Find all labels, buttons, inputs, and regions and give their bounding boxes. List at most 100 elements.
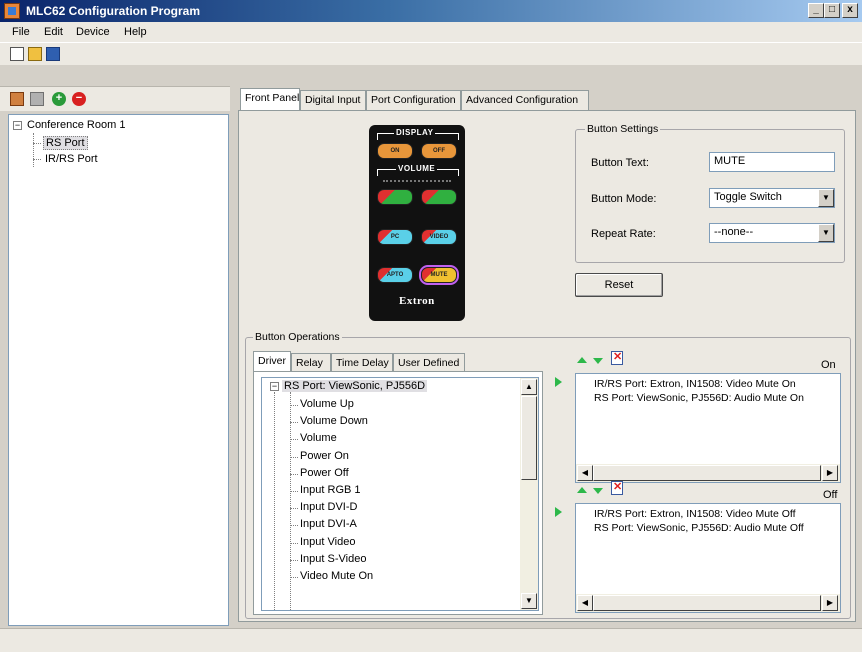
- app-icon: [4, 3, 20, 19]
- move-up-icon[interactable]: [577, 357, 587, 363]
- command-item[interactable]: Volume Down: [300, 415, 368, 427]
- button-mode-select[interactable]: Toggle Switch ▼: [709, 188, 835, 208]
- off-label: Off: [823, 489, 838, 501]
- scroll-up-icon[interactable]: ▲: [521, 379, 537, 395]
- tree-root[interactable]: Conference Room 1: [27, 119, 125, 131]
- tab-port-configuration[interactable]: Port Configuration: [366, 90, 461, 110]
- volume-leds: [383, 180, 451, 184]
- scroll-thumb[interactable]: [521, 396, 537, 480]
- button-mode-value: Toggle Switch: [714, 191, 782, 203]
- remove-port-icon[interactable]: −: [72, 92, 86, 106]
- subtab-driver[interactable]: Driver: [253, 351, 291, 371]
- on-item[interactable]: RS Port: ViewSonic, PJ556D: Audio Mute O…: [594, 392, 804, 404]
- tree-item-rs-port[interactable]: RS Port: [43, 136, 88, 150]
- driver-command-tree[interactable]: − RS Port: ViewSonic, PJ556D Volume Up Vo…: [261, 377, 539, 611]
- button-operations-title: Button Operations: [253, 331, 342, 343]
- scroll-left-icon[interactable]: ◀: [577, 595, 593, 611]
- add-room-icon[interactable]: [10, 92, 24, 106]
- add-port-icon[interactable]: +: [52, 92, 66, 106]
- delete-on-icon[interactable]: [611, 350, 623, 365]
- tab-front-panel[interactable]: Front Panel: [240, 88, 300, 110]
- command-item[interactable]: Power Off: [300, 467, 349, 479]
- chevron-down-icon[interactable]: ▼: [818, 224, 834, 242]
- tree-toolbar: + −: [0, 86, 230, 111]
- scroll-thumb[interactable]: [593, 595, 821, 611]
- device-button-pc[interactable]: PC: [377, 229, 413, 245]
- brand-label: Extron: [399, 295, 435, 307]
- scroll-right-icon[interactable]: ▶: [822, 595, 838, 611]
- repeat-rate-select[interactable]: --none-- ▼: [709, 223, 835, 243]
- add-to-on-icon[interactable]: [555, 377, 562, 387]
- window-title: MLC62 Configuration Program: [26, 4, 201, 18]
- delete-off-icon[interactable]: [611, 480, 623, 495]
- device-button-off[interactable]: OFF: [421, 143, 457, 159]
- button-text-input[interactable]: MUTE: [709, 152, 835, 172]
- status-bar: [0, 628, 862, 652]
- save-icon[interactable]: [46, 47, 60, 61]
- collapse-icon[interactable]: −: [270, 382, 279, 391]
- device-button-volume-down[interactable]: [377, 189, 413, 205]
- scroll-down-icon[interactable]: ▼: [521, 593, 537, 609]
- command-item[interactable]: Volume Up: [300, 398, 354, 410]
- repeat-rate-label: Repeat Rate:: [591, 228, 656, 240]
- chevron-down-icon[interactable]: ▼: [818, 189, 834, 207]
- command-item[interactable]: Volume: [300, 432, 337, 444]
- minimize-button[interactable]: _: [808, 3, 824, 18]
- subtab-user-defined[interactable]: User Defined: [393, 353, 465, 371]
- command-item[interactable]: Input S-Video: [300, 553, 366, 565]
- scroll-left-icon[interactable]: ◀: [577, 465, 593, 481]
- repeat-rate-value: --none--: [714, 226, 754, 238]
- move-down-icon[interactable]: [593, 358, 603, 364]
- display-label: DISPLAY: [394, 128, 436, 137]
- on-label: On: [821, 359, 836, 371]
- menu-device[interactable]: Device: [76, 26, 110, 38]
- collapse-icon[interactable]: −: [13, 121, 22, 130]
- command-item[interactable]: Input Video: [300, 536, 355, 548]
- move-up-icon[interactable]: [577, 487, 587, 493]
- menu-file[interactable]: File: [12, 26, 30, 38]
- open-folder-icon[interactable]: [28, 47, 42, 61]
- command-item[interactable]: Video Mute On: [300, 570, 373, 582]
- device-button-volume-up[interactable]: [421, 189, 457, 205]
- device-front-panel: DISPLAY ON OFF VOLUME PC VIDEO APTO MUTE…: [369, 125, 465, 321]
- maximize-button[interactable]: □: [824, 3, 840, 18]
- driver-root[interactable]: RS Port: ViewSonic, PJ556D: [282, 380, 428, 392]
- new-file-icon[interactable]: [10, 47, 24, 61]
- button-settings-title: Button Settings: [585, 123, 661, 135]
- scroll-thumb[interactable]: [593, 465, 821, 481]
- on-action-list[interactable]: IR/RS Port: Extron, IN1508: Video Mute O…: [575, 373, 841, 483]
- scroll-right-icon[interactable]: ▶: [822, 465, 838, 481]
- menu-bar: File Edit Device Help: [0, 22, 862, 42]
- on-item[interactable]: IR/RS Port: Extron, IN1508: Video Mute O…: [594, 378, 796, 390]
- button-text-label: Button Text:: [591, 157, 649, 169]
- subtab-relay[interactable]: Relay: [291, 353, 331, 371]
- tab-advanced-configuration[interactable]: Advanced Configuration: [461, 90, 589, 110]
- device-button-on[interactable]: ON: [377, 143, 413, 159]
- command-item[interactable]: Input DVI-D: [300, 501, 357, 513]
- command-item[interactable]: Input DVI-A: [300, 518, 357, 530]
- device-button-mute[interactable]: MUTE: [419, 265, 459, 285]
- remove-room-icon[interactable]: [30, 92, 44, 106]
- off-hscrollbar[interactable]: ◀ ▶: [576, 594, 840, 612]
- close-button[interactable]: x: [842, 3, 858, 18]
- reset-button[interactable]: Reset: [575, 273, 663, 297]
- add-to-off-icon[interactable]: [555, 507, 562, 517]
- subtab-time-delay[interactable]: Time Delay: [331, 353, 393, 371]
- driver-scrollbar[interactable]: ▲ ▼: [520, 378, 538, 610]
- move-down-icon[interactable]: [593, 488, 603, 494]
- off-item[interactable]: IR/RS Port: Extron, IN1508: Video Mute O…: [594, 508, 796, 520]
- tab-digital-input[interactable]: Digital Input: [300, 90, 366, 110]
- toolbar: [0, 42, 862, 65]
- tree-item-ir-rs-port[interactable]: IR/RS Port: [45, 153, 98, 165]
- menu-help[interactable]: Help: [124, 26, 147, 38]
- device-button-apto[interactable]: APTO: [377, 267, 413, 283]
- main-panel: Front Panel Digital Input Port Configura…: [234, 86, 862, 628]
- device-button-video[interactable]: VIDEO: [421, 229, 457, 245]
- menu-edit[interactable]: Edit: [44, 26, 63, 38]
- off-item[interactable]: RS Port: ViewSonic, PJ556D: Audio Mute O…: [594, 522, 804, 534]
- button-mode-label: Button Mode:: [591, 193, 657, 205]
- off-action-list[interactable]: IR/RS Port: Extron, IN1508: Video Mute O…: [575, 503, 841, 613]
- room-tree: − Conference Room 1 RS Port IR/RS Port: [8, 114, 229, 626]
- command-item[interactable]: Power On: [300, 450, 349, 462]
- command-item[interactable]: Input RGB 1: [300, 484, 361, 496]
